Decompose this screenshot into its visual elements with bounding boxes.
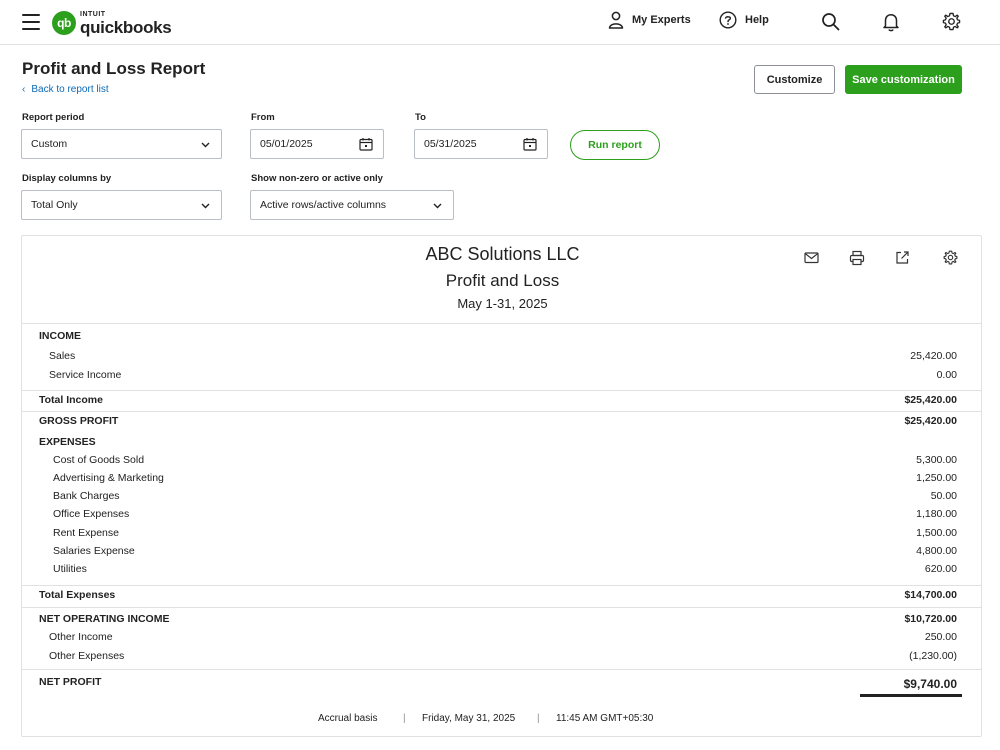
mail-icon[interactable] xyxy=(804,250,819,265)
table-row[interactable]: Cost of Goods Sold 5,300.00 xyxy=(22,454,981,472)
table-row[interactable]: Service Income 0.00 xyxy=(22,369,981,387)
nonzero-label: Show non-zero or active only xyxy=(251,173,383,184)
display-columns-select[interactable]: Total Only xyxy=(21,190,222,220)
chevron-down-icon xyxy=(201,142,210,148)
section-header-income: INCOME xyxy=(39,330,81,342)
help-button[interactable]: Help xyxy=(719,11,769,29)
calendar-icon[interactable] xyxy=(523,137,537,151)
page-title: Profit and Loss Report xyxy=(22,59,206,78)
display-columns-value: Total Only xyxy=(31,199,78,211)
from-date-input[interactable]: 05/01/2025 xyxy=(250,129,384,159)
table-row[interactable]: Rent Expense 1,500.00 xyxy=(22,527,981,545)
report-title: Profit and Loss xyxy=(445,271,560,290)
report-header-divider xyxy=(22,323,981,324)
total-income-row[interactable]: Total Income $25,420.00 xyxy=(22,394,981,412)
chevron-down-icon xyxy=(433,203,442,209)
quickbooks-logo[interactable]: qb INTUIT quickbooks xyxy=(52,9,172,37)
report-gear-icon[interactable] xyxy=(943,250,958,265)
report-period-value: Custom xyxy=(31,138,68,150)
report-period-select[interactable]: Custom xyxy=(21,129,222,159)
section-header-expenses: EXPENSES xyxy=(39,436,96,448)
footer-separator: | xyxy=(537,713,540,724)
chevron-down-icon xyxy=(201,203,210,209)
customize-button[interactable]: Customize xyxy=(754,65,835,94)
table-row[interactable]: Salaries Expense 4,800.00 xyxy=(22,545,981,563)
net-operating-income-row[interactable]: NET OPERATING INCOME $10,720.00 xyxy=(22,613,981,631)
row-divider xyxy=(22,607,981,608)
run-report-button[interactable]: Run report xyxy=(570,130,660,160)
qb-logo-mark: qb xyxy=(52,11,76,35)
report-run-date: Friday, May 31, 2025 xyxy=(422,713,516,724)
row-divider xyxy=(22,411,981,412)
report-company-name: ABC Solutions LLC xyxy=(425,244,580,264)
report-panel: ABC Solutions LLC Profit and Loss May 1-… xyxy=(21,235,982,737)
gear-icon[interactable] xyxy=(942,12,961,31)
table-row[interactable]: Bank Charges 50.00 xyxy=(22,490,981,508)
calendar-icon[interactable] xyxy=(359,137,373,151)
my-experts-button[interactable]: My Experts xyxy=(608,11,691,29)
row-divider xyxy=(22,390,981,391)
table-row[interactable]: Other Expenses (1,230.00) xyxy=(22,650,981,668)
quickbooks-wordmark: quickbooks xyxy=(80,17,172,37)
intuit-wordmark: INTUIT xyxy=(80,10,106,18)
my-experts-label: My Experts xyxy=(632,14,691,26)
from-date-value: 05/01/2025 xyxy=(260,138,313,150)
to-date-input[interactable]: 05/31/2025 xyxy=(414,129,548,159)
row-divider xyxy=(22,585,981,586)
export-icon[interactable] xyxy=(895,250,910,265)
back-link-label: Back to report list xyxy=(31,84,109,95)
chevron-left-icon: ‹ xyxy=(22,84,26,95)
person-icon xyxy=(608,11,624,29)
net-profit-underline xyxy=(860,694,962,697)
to-date-value: 05/31/2025 xyxy=(424,138,477,150)
report-date-range: May 1-31, 2025 xyxy=(457,296,548,311)
hamburger-menu-icon[interactable] xyxy=(22,14,40,30)
accounting-basis: Accrual basis xyxy=(318,713,378,724)
help-label: Help xyxy=(745,14,769,26)
table-row[interactable]: Sales 25,420.00 xyxy=(22,350,981,368)
nonzero-value: Active rows/active columns xyxy=(260,199,387,211)
row-divider xyxy=(22,669,981,670)
table-row[interactable]: Office Expenses 1,180.00 xyxy=(22,508,981,526)
nonzero-select[interactable]: Active rows/active columns xyxy=(250,190,454,220)
question-circle-icon xyxy=(719,11,737,29)
footer-separator: | xyxy=(403,713,406,724)
print-icon[interactable] xyxy=(849,250,865,266)
report-run-time: 11:45 AM GMT+05:30 xyxy=(556,713,654,724)
top-navigation-bar: qb INTUIT quickbooks My Experts Help xyxy=(0,0,1000,45)
from-label: From xyxy=(251,112,275,123)
report-period-label: Report period xyxy=(22,112,85,123)
table-row[interactable]: Other Income 250.00 xyxy=(22,631,981,649)
bell-icon[interactable] xyxy=(882,12,900,32)
table-row[interactable]: Utilities 620.00 xyxy=(22,563,981,581)
table-row[interactable]: Advertising & Marketing 1,250.00 xyxy=(22,472,981,490)
search-icon[interactable] xyxy=(821,12,840,31)
display-columns-label: Display columns by xyxy=(22,173,112,184)
total-expenses-row[interactable]: Total Expenses $14,700.00 xyxy=(22,589,981,607)
gross-profit-row[interactable]: GROSS PROFIT $25,420.00 xyxy=(22,415,981,433)
back-to-report-list-link[interactable]: ‹ Back to report list xyxy=(22,84,109,95)
net-profit-row[interactable]: NET PROFIT $9,740.00 xyxy=(22,676,981,694)
to-label: To xyxy=(415,112,426,123)
save-customization-button[interactable]: Save customization xyxy=(845,65,962,94)
